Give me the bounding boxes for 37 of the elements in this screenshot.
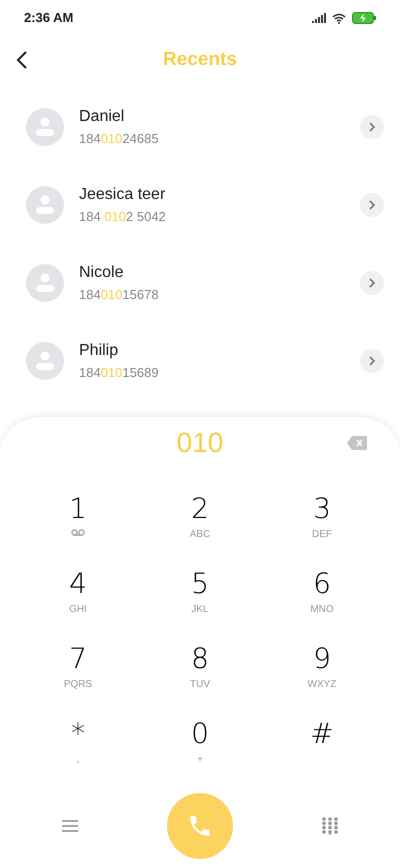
key-letters: PQRS <box>64 679 92 691</box>
dial-key[interactable]: 0 <box>191 718 209 750</box>
contact-name: Nicole <box>79 263 124 284</box>
dialed-number: 010 <box>176 426 224 460</box>
phone-number: 18401024685 <box>79 130 160 148</box>
dial-key[interactable]: 4 <box>69 568 87 600</box>
contact-row[interactable]: Jeesica teer 184 0102 5042 <box>0 166 400 244</box>
contact-row[interactable]: Philip 18401015689 <box>0 322 400 400</box>
phone-number: 18401015689 <box>79 364 160 382</box>
key-letters: TUV <box>190 679 210 691</box>
key-letters: MNO <box>310 604 334 616</box>
contact-name: Daniel <box>79 107 126 128</box>
contact-name: Jeesica teer <box>79 185 166 206</box>
key-letters: GHI <box>69 604 87 616</box>
dial-key[interactable]: 9 <box>313 643 331 675</box>
page-title: Recents <box>163 48 237 72</box>
key-letters: JKL <box>191 604 209 616</box>
key-letters: WXYZ <box>308 679 336 691</box>
key-letters: + <box>197 754 203 766</box>
key-letters: , <box>76 754 80 766</box>
dial-key[interactable]: 2 <box>191 493 209 525</box>
key-letters: ABC <box>190 529 210 541</box>
dial-key[interactable]: 1 <box>69 493 87 525</box>
contact-row[interactable]: Daniel 18401024685 <box>0 88 400 166</box>
contact-row[interactable]: Nicole 18401015678 <box>0 244 400 322</box>
phone-number: 184 0102 5042 <box>79 208 167 226</box>
key-letters: DEF <box>312 529 332 541</box>
status-time: 2:36 AM <box>24 9 74 28</box>
dial-key[interactable]: 6 <box>313 568 331 600</box>
dial-key[interactable]: 8 <box>191 643 209 675</box>
dial-key[interactable]: * <box>71 718 85 750</box>
dial-key[interactable]: # <box>310 718 334 750</box>
contact-name: Philip <box>79 341 120 362</box>
phone-number: 18401015678 <box>79 286 160 304</box>
dial-key[interactable]: 5 <box>191 568 209 600</box>
dial-key[interactable]: 7 <box>69 643 87 675</box>
dial-key[interactable]: 3 <box>313 493 331 525</box>
